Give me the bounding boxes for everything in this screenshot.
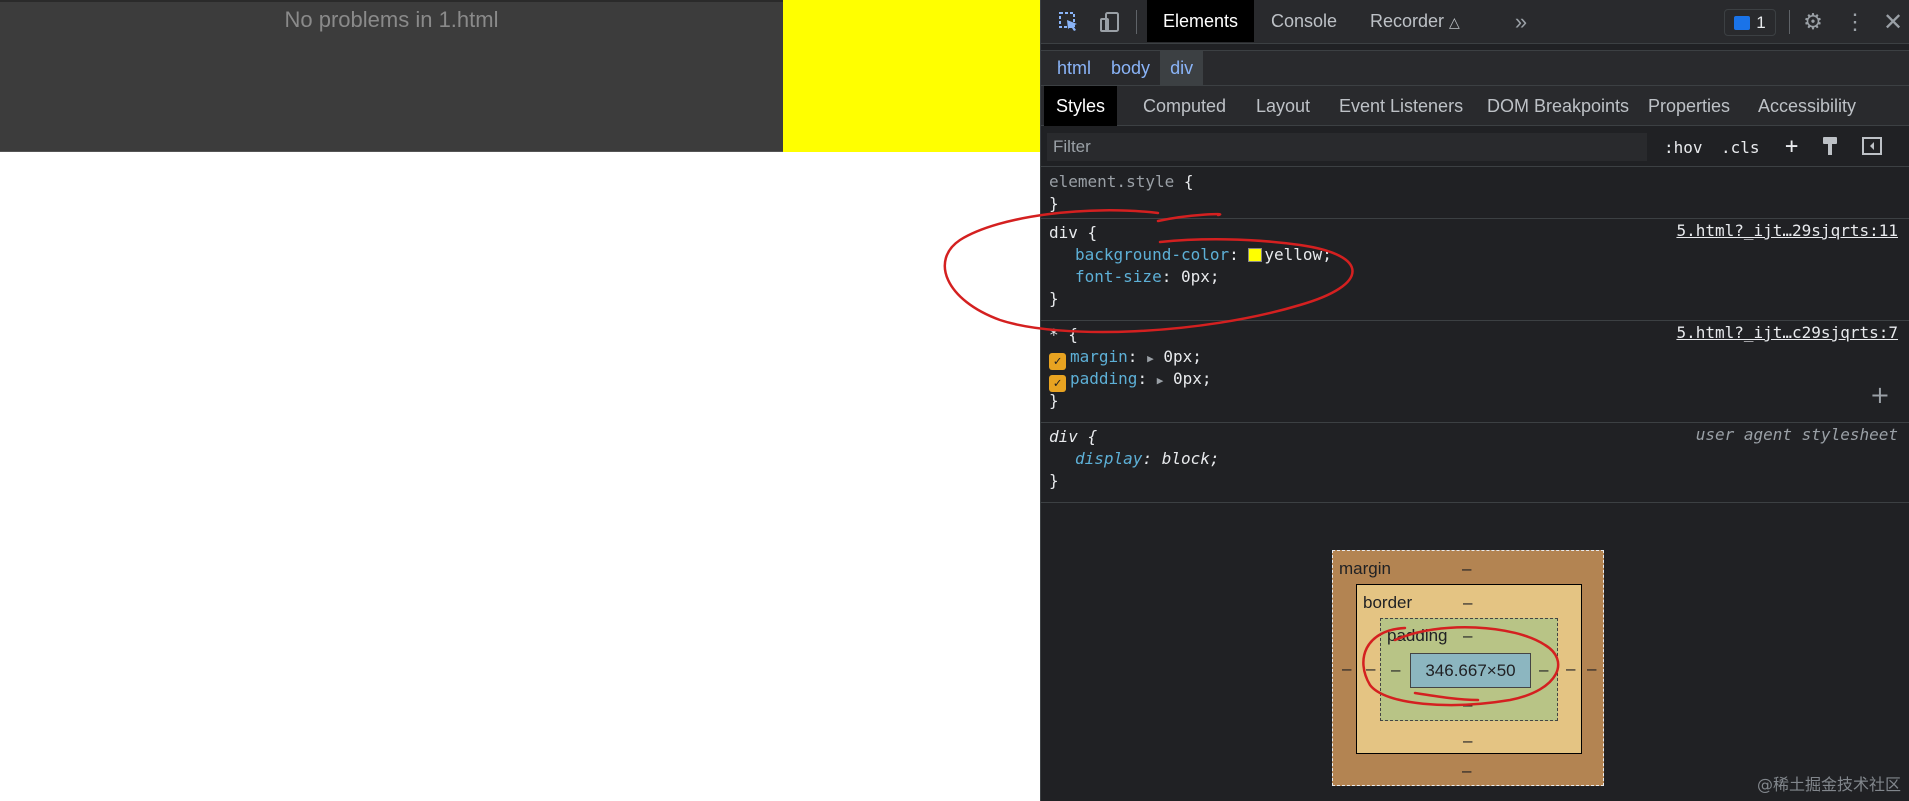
border-top-value[interactable]: –: [1463, 593, 1472, 613]
padding-bottom-value[interactable]: –: [1463, 695, 1472, 715]
styles-filter-bar: :hov .cls +: [1041, 127, 1909, 167]
box-model-content[interactable]: 346.667×50: [1410, 653, 1531, 688]
chevron-double-right-icon[interactable]: »: [1507, 8, 1535, 36]
tab-computed[interactable]: Computed: [1131, 86, 1238, 126]
kebab-menu-icon[interactable]: ⋮: [1841, 8, 1869, 36]
border-bottom-value[interactable]: –: [1463, 731, 1472, 751]
declaration-font-size[interactable]: font-size: 0px;: [1049, 266, 1909, 288]
issues-count: 1: [1756, 12, 1766, 32]
padding-label: padding: [1387, 626, 1448, 645]
toggle-sidebar-icon[interactable]: [1862, 136, 1882, 160]
tab-elements[interactable]: Elements: [1147, 0, 1255, 42]
tab-dom-breakpoints[interactable]: DOM Breakpoints: [1475, 86, 1641, 126]
tab-recorder-label: Recorder: [1370, 11, 1445, 31]
watermark: @稀土掘金技术社区: [1756, 775, 1901, 794]
margin-label: margin: [1339, 559, 1391, 578]
toolbar-divider: [1789, 10, 1790, 34]
tab-styles[interactable]: Styles: [1044, 86, 1118, 126]
breadcrumb-html[interactable]: html: [1047, 51, 1101, 85]
element-style-rule[interactable]: element.style { }: [1041, 167, 1909, 219]
div-rule-selector: div: [1049, 223, 1078, 242]
tab-recorder[interactable]: Recorder △: [1354, 0, 1476, 42]
devtools-panel: Elements Console Recorder △ » 1 ⚙ ⋮ ✕ ht…: [1040, 0, 1909, 801]
paintbrush-icon[interactable]: [1821, 136, 1839, 160]
yellow-div-element[interactable]: [783, 0, 1040, 152]
gear-icon[interactable]: ⚙: [1799, 8, 1827, 36]
filter-input[interactable]: [1047, 133, 1647, 161]
breadcrumb-div[interactable]: div: [1160, 51, 1204, 85]
element-style-selector: element.style: [1049, 172, 1175, 191]
margin-bottom-value[interactable]: –: [1462, 761, 1471, 781]
tab-properties[interactable]: Properties: [1636, 86, 1742, 126]
margin-right-value[interactable]: –: [1587, 659, 1596, 679]
hov-toggle-button[interactable]: :hov: [1664, 136, 1703, 160]
close-icon[interactable]: ✕: [1879, 8, 1907, 36]
padding-top-value[interactable]: –: [1463, 626, 1472, 646]
ua-rule-selector: div: [1049, 427, 1078, 446]
device-toolbar-icon[interactable]: [1096, 8, 1124, 36]
expand-triangle-icon[interactable]: ▶: [1147, 352, 1154, 365]
sidebar-tabs: Styles Computed Layout Event Listeners D…: [1041, 86, 1909, 126]
universal-rule-selector: *: [1049, 325, 1059, 344]
universal-rule-source-link[interactable]: 5.html?_ijt…c29sjqrts:7: [1676, 323, 1898, 342]
margin-top-value[interactable]: –: [1462, 559, 1471, 579]
declaration-display: display: block;: [1075, 449, 1220, 468]
flask-icon: △: [1449, 14, 1460, 30]
cls-toggle-button[interactable]: .cls: [1721, 136, 1760, 160]
box-model-diagram: margin – – – – border – – – – padding – …: [1332, 550, 1604, 786]
box-model-border: border – – – – padding – – – – 346.667×5…: [1356, 584, 1582, 754]
div-rule-source-link[interactable]: 5.html?_ijt…29sjqrts:11: [1676, 221, 1898, 240]
toolbar-divider: [1136, 10, 1137, 34]
message-icon: [1734, 15, 1751, 30]
div-rule[interactable]: 5.html?_ijt…29sjqrts:11 div { background…: [1041, 219, 1909, 321]
box-model-padding: padding – – – – 346.667×50: [1380, 618, 1558, 721]
margin-left-value[interactable]: –: [1342, 659, 1351, 679]
inspect-element-icon[interactable]: [1055, 8, 1083, 36]
user-agent-rule[interactable]: user agent stylesheet div { display: blo…: [1041, 423, 1909, 503]
user-agent-source: user agent stylesheet: [1695, 425, 1898, 444]
devtools-toolbar: Elements Console Recorder △ » 1 ⚙ ⋮ ✕: [1041, 0, 1909, 44]
tab-accessibility[interactable]: Accessibility: [1746, 86, 1868, 126]
styles-pane: element.style { } 5.html?_ijt…29sjqrts:1…: [1041, 167, 1909, 507]
tab-console[interactable]: Console: [1255, 0, 1353, 42]
padding-left-value[interactable]: –: [1391, 660, 1400, 680]
rule-open-brace: {: [1174, 172, 1194, 191]
problems-panel: No problems in 1.html: [0, 0, 783, 152]
tab-layout[interactable]: Layout: [1244, 86, 1322, 126]
border-right-value[interactable]: –: [1566, 659, 1575, 679]
problems-message: No problems in 1.html: [284, 7, 499, 32]
declaration-padding[interactable]: ✓ padding: ▶ 0px;: [1049, 368, 1909, 392]
new-rule-icon[interactable]: +: [1785, 136, 1798, 160]
declaration-margin[interactable]: ✓ margin: ▶ 0px;: [1049, 346, 1909, 370]
color-swatch[interactable]: [1248, 248, 1263, 262]
tab-event-listeners[interactable]: Event Listeners: [1327, 86, 1475, 126]
breadcrumb-body[interactable]: body: [1101, 51, 1160, 85]
issues-button[interactable]: 1: [1724, 9, 1776, 36]
breadcrumb: html body div: [1041, 50, 1909, 86]
add-declaration-icon[interactable]: +: [1870, 381, 1890, 409]
universal-rule[interactable]: 5.html?_ijt…c29sjqrts:7 * { ✓ margin: ▶ 0…: [1041, 321, 1909, 423]
border-label: border: [1363, 593, 1413, 612]
page-viewport: No problems in 1.html: [0, 0, 1040, 801]
padding-right-value[interactable]: –: [1539, 660, 1548, 680]
rule-close-brace: }: [1049, 194, 1059, 213]
border-left-value[interactable]: –: [1366, 659, 1375, 679]
declaration-background-color[interactable]: background-color: yellow;: [1049, 244, 1909, 266]
